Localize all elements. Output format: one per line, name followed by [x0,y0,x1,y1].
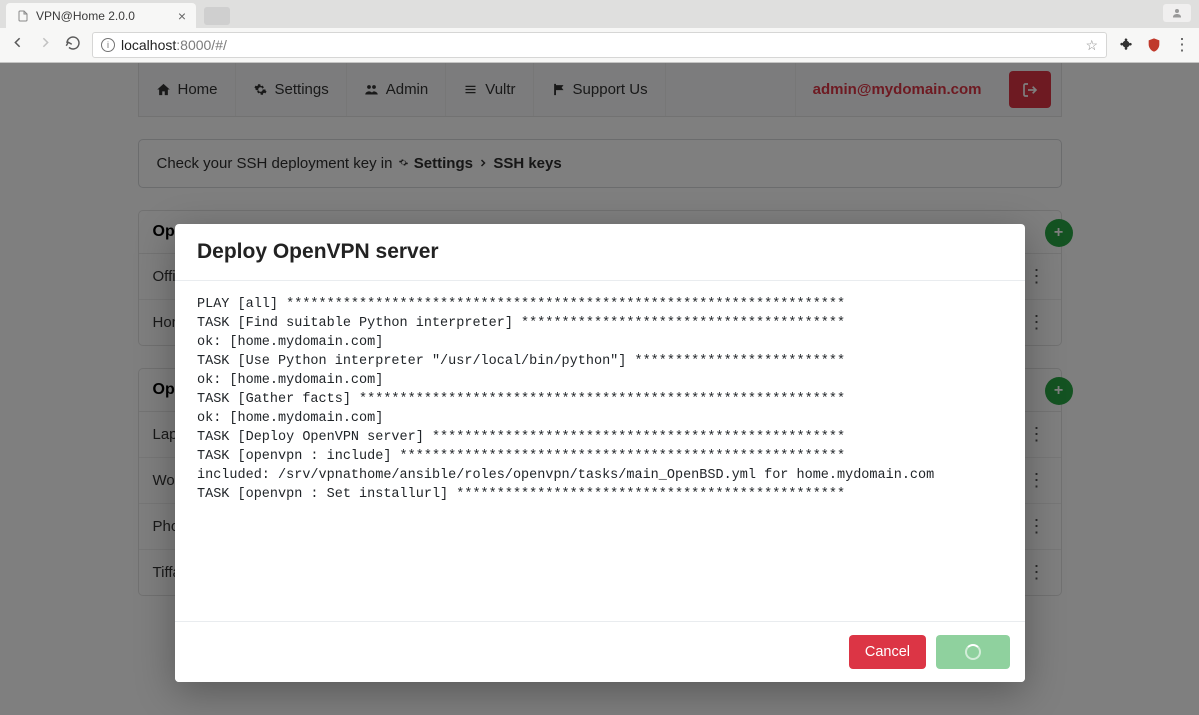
browser-chrome: VPN@Home 2.0.0 × i localhost:8000/#/ ☆ ⋮ [0,0,1199,63]
deploy-modal: Deploy OpenVPN server PLAY [all] *******… [175,224,1025,682]
tab-strip: VPN@Home 2.0.0 × [0,0,1199,28]
page-favicon [16,9,30,23]
modal-body: PLAY [all] *****************************… [175,281,1025,621]
modal-title: Deploy OpenVPN server [197,240,1003,264]
deploy-log: PLAY [all] *****************************… [197,295,1003,504]
address-bar: i localhost:8000/#/ ☆ ⋮ [0,28,1199,62]
modal-footer: Cancel [175,621,1025,682]
spinner-icon [965,644,981,660]
forward-button[interactable] [36,34,54,56]
profile-badge[interactable] [1163,4,1191,22]
url-text: localhost:8000/#/ [121,37,227,53]
url-field[interactable]: i localhost:8000/#/ ☆ [92,32,1107,58]
bookmark-star-icon[interactable]: ☆ [1085,37,1098,54]
new-tab-button[interactable] [204,7,230,25]
page: Home Settings Admin Vultr Support Us adm… [0,63,1199,715]
back-button[interactable] [8,34,26,56]
confirm-button-loading[interactable] [936,635,1010,669]
browser-tab[interactable]: VPN@Home 2.0.0 × [6,3,196,28]
reload-button[interactable] [64,35,82,56]
tab-title: VPN@Home 2.0.0 [36,9,135,23]
site-info-icon[interactable]: i [101,38,115,52]
extension-ublock-icon[interactable] [1145,36,1163,54]
modal-header: Deploy OpenVPN server [175,224,1025,281]
browser-menu-button[interactable]: ⋮ [1173,35,1191,55]
close-tab-icon[interactable]: × [178,9,186,23]
extension-gnome-icon[interactable] [1117,36,1135,54]
cancel-button[interactable]: Cancel [849,635,926,669]
